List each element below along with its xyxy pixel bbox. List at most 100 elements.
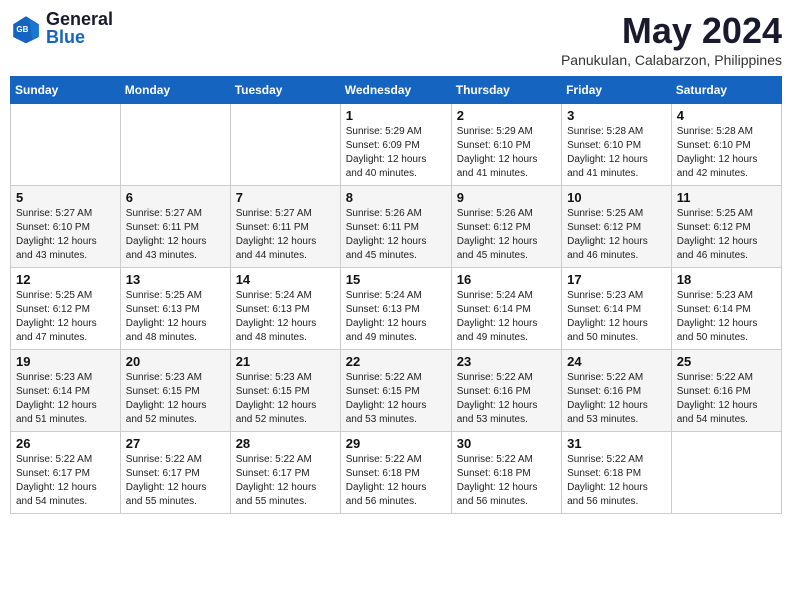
day-info: Sunrise: 5:27 AM Sunset: 6:10 PM Dayligh… xyxy=(16,207,115,263)
day-info: Sunrise: 5:23 AM Sunset: 6:15 PM Dayligh… xyxy=(126,371,225,427)
day-info: Sunrise: 5:22 AM Sunset: 6:18 PM Dayligh… xyxy=(346,453,446,509)
day-info: Sunrise: 5:22 AM Sunset: 6:18 PM Dayligh… xyxy=(457,453,556,509)
day-number: 30 xyxy=(457,436,556,451)
day-number: 1 xyxy=(346,108,446,123)
day-info: Sunrise: 5:27 AM Sunset: 6:11 PM Dayligh… xyxy=(236,207,335,263)
week-row-4: 19 Sunrise: 5:23 AM Sunset: 6:14 PM Dayli… xyxy=(11,350,782,432)
day-number: 17 xyxy=(567,272,666,287)
day-info: Sunrise: 5:23 AM Sunset: 6:14 PM Dayligh… xyxy=(16,371,115,427)
day-number: 26 xyxy=(16,436,115,451)
day-info: Sunrise: 5:26 AM Sunset: 6:11 PM Dayligh… xyxy=(346,207,446,263)
calendar-cell: 15 Sunrise: 5:24 AM Sunset: 6:13 PM Dayli… xyxy=(340,268,451,350)
day-info: Sunrise: 5:23 AM Sunset: 6:14 PM Dayligh… xyxy=(567,289,666,345)
calendar-cell: 3Sunrise: 5:28 AM Sunset: 6:10 PM Daylig… xyxy=(562,104,672,186)
calendar-cell: 20 Sunrise: 5:23 AM Sunset: 6:15 PM Dayli… xyxy=(120,350,230,432)
day-number: 28 xyxy=(236,436,335,451)
day-number: 11 xyxy=(677,190,776,205)
calendar-cell: 21 Sunrise: 5:23 AM Sunset: 6:15 PM Dayli… xyxy=(230,350,340,432)
day-info: Sunrise: 5:29 AM Sunset: 6:09 PM Dayligh… xyxy=(346,125,446,181)
day-number: 4 xyxy=(677,108,776,123)
week-row-2: 5 Sunrise: 5:27 AM Sunset: 6:10 PM Daylig… xyxy=(11,186,782,268)
logo-text: General Blue xyxy=(46,10,113,48)
day-info: Sunrise: 5:26 AM Sunset: 6:12 PM Dayligh… xyxy=(457,207,556,263)
day-number: 6 xyxy=(126,190,225,205)
day-number: 21 xyxy=(236,354,335,369)
day-number: 31 xyxy=(567,436,666,451)
day-info: Sunrise: 5:24 AM Sunset: 6:13 PM Dayligh… xyxy=(346,289,446,345)
day-number: 16 xyxy=(457,272,556,287)
day-number: 8 xyxy=(346,190,446,205)
week-row-1: 1 Sunrise: 5:29 AM Sunset: 6:09 PM Daylig… xyxy=(11,104,782,186)
day-number: 10 xyxy=(567,190,666,205)
day-info: Sunrise: 5:22 AM Sunset: 6:15 PM Dayligh… xyxy=(346,371,446,427)
day-number: 24 xyxy=(567,354,666,369)
day-info: Sunrise: 5:24 AM Sunset: 6:13 PM Dayligh… xyxy=(236,289,335,345)
calendar-cell: 14 Sunrise: 5:24 AM Sunset: 6:13 PM Dayli… xyxy=(230,268,340,350)
day-number: 18 xyxy=(677,272,776,287)
day-info: Sunrise: 5:29 AM Sunset: 6:10 PM Dayligh… xyxy=(457,125,556,181)
day-number: 14 xyxy=(236,272,335,287)
calendar-cell: 16Sunrise: 5:24 AM Sunset: 6:14 PM Dayli… xyxy=(451,268,561,350)
header-monday: Monday xyxy=(120,77,230,104)
calendar-cell xyxy=(11,104,121,186)
calendar-cell: 26 Sunrise: 5:22 AM Sunset: 6:17 PM Dayli… xyxy=(11,432,121,514)
calendar-cell: 12 Sunrise: 5:25 AM Sunset: 6:12 PM Dayli… xyxy=(11,268,121,350)
day-info: Sunrise: 5:22 AM Sunset: 6:17 PM Dayligh… xyxy=(236,453,335,509)
day-info: Sunrise: 5:25 AM Sunset: 6:12 PM Dayligh… xyxy=(567,207,666,263)
day-info: Sunrise: 5:28 AM Sunset: 6:10 PM Dayligh… xyxy=(677,125,776,181)
day-info: Sunrise: 5:25 AM Sunset: 6:13 PM Dayligh… xyxy=(126,289,225,345)
calendar-cell: 13Sunrise: 5:25 AM Sunset: 6:13 PM Dayli… xyxy=(120,268,230,350)
header-sunday: Sunday xyxy=(11,77,121,104)
day-number: 15 xyxy=(346,272,446,287)
day-info: Sunrise: 5:22 AM Sunset: 6:17 PM Dayligh… xyxy=(16,453,115,509)
day-info: Sunrise: 5:22 AM Sunset: 6:16 PM Dayligh… xyxy=(677,371,776,427)
calendar-cell: 18 Sunrise: 5:23 AM Sunset: 6:14 PM Dayli… xyxy=(671,268,781,350)
week-row-3: 12 Sunrise: 5:25 AM Sunset: 6:12 PM Dayli… xyxy=(11,268,782,350)
calendar-cell: 28 Sunrise: 5:22 AM Sunset: 6:17 PM Dayli… xyxy=(230,432,340,514)
header-saturday: Saturday xyxy=(671,77,781,104)
days-header-row: SundayMondayTuesdayWednesdayThursdayFrid… xyxy=(11,77,782,104)
calendar-table: SundayMondayTuesdayWednesdayThursdayFrid… xyxy=(10,76,782,514)
calendar-cell: 22 Sunrise: 5:22 AM Sunset: 6:15 PM Dayli… xyxy=(340,350,451,432)
calendar-cell: 11 Sunrise: 5:25 AM Sunset: 6:12 PM Dayli… xyxy=(671,186,781,268)
logo-icon: GB xyxy=(10,13,42,45)
day-info: Sunrise: 5:22 AM Sunset: 6:17 PM Dayligh… xyxy=(126,453,225,509)
calendar-cell: 5 Sunrise: 5:27 AM Sunset: 6:10 PM Daylig… xyxy=(11,186,121,268)
calendar-cell xyxy=(230,104,340,186)
logo: GB General Blue xyxy=(10,10,113,48)
day-info: Sunrise: 5:22 AM Sunset: 6:16 PM Dayligh… xyxy=(567,371,666,427)
day-info: Sunrise: 5:25 AM Sunset: 6:12 PM Dayligh… xyxy=(16,289,115,345)
calendar-cell: 31 Sunrise: 5:22 AM Sunset: 6:18 PM Dayli… xyxy=(562,432,672,514)
day-number: 3 xyxy=(567,108,666,123)
day-number: 20 xyxy=(126,354,225,369)
day-number: 29 xyxy=(346,436,446,451)
week-row-5: 26 Sunrise: 5:22 AM Sunset: 6:17 PM Dayli… xyxy=(11,432,782,514)
day-info: Sunrise: 5:23 AM Sunset: 6:14 PM Dayligh… xyxy=(677,289,776,345)
calendar-cell: 30 Sunrise: 5:22 AM Sunset: 6:18 PM Dayli… xyxy=(451,432,561,514)
calendar-cell: 8 Sunrise: 5:26 AM Sunset: 6:11 PM Daylig… xyxy=(340,186,451,268)
header-thursday: Thursday xyxy=(451,77,561,104)
subtitle: Panukulan, Calabarzon, Philippines xyxy=(561,52,782,68)
calendar-cell: 6Sunrise: 5:27 AM Sunset: 6:11 PM Daylig… xyxy=(120,186,230,268)
day-info: Sunrise: 5:25 AM Sunset: 6:12 PM Dayligh… xyxy=(677,207,776,263)
header: GB General Blue May 2024 Panukulan, Cala… xyxy=(10,10,782,68)
calendar-cell: 24 Sunrise: 5:22 AM Sunset: 6:16 PM Dayli… xyxy=(562,350,672,432)
day-number: 22 xyxy=(346,354,446,369)
day-number: 25 xyxy=(677,354,776,369)
calendar-cell: 10 Sunrise: 5:25 AM Sunset: 6:12 PM Dayli… xyxy=(562,186,672,268)
day-info: Sunrise: 5:23 AM Sunset: 6:15 PM Dayligh… xyxy=(236,371,335,427)
title-area: May 2024 Panukulan, Calabarzon, Philippi… xyxy=(561,10,782,68)
day-number: 12 xyxy=(16,272,115,287)
calendar-cell: 23Sunrise: 5:22 AM Sunset: 6:16 PM Dayli… xyxy=(451,350,561,432)
day-number: 9 xyxy=(457,190,556,205)
calendar-cell: 1 Sunrise: 5:29 AM Sunset: 6:09 PM Daylig… xyxy=(340,104,451,186)
svg-text:GB: GB xyxy=(16,25,28,34)
day-info: Sunrise: 5:22 AM Sunset: 6:18 PM Dayligh… xyxy=(567,453,666,509)
header-tuesday: Tuesday xyxy=(230,77,340,104)
day-number: 19 xyxy=(16,354,115,369)
day-number: 7 xyxy=(236,190,335,205)
calendar-cell: 7 Sunrise: 5:27 AM Sunset: 6:11 PM Daylig… xyxy=(230,186,340,268)
calendar-cell: 9 Sunrise: 5:26 AM Sunset: 6:12 PM Daylig… xyxy=(451,186,561,268)
day-number: 5 xyxy=(16,190,115,205)
main-title: May 2024 xyxy=(561,10,782,52)
